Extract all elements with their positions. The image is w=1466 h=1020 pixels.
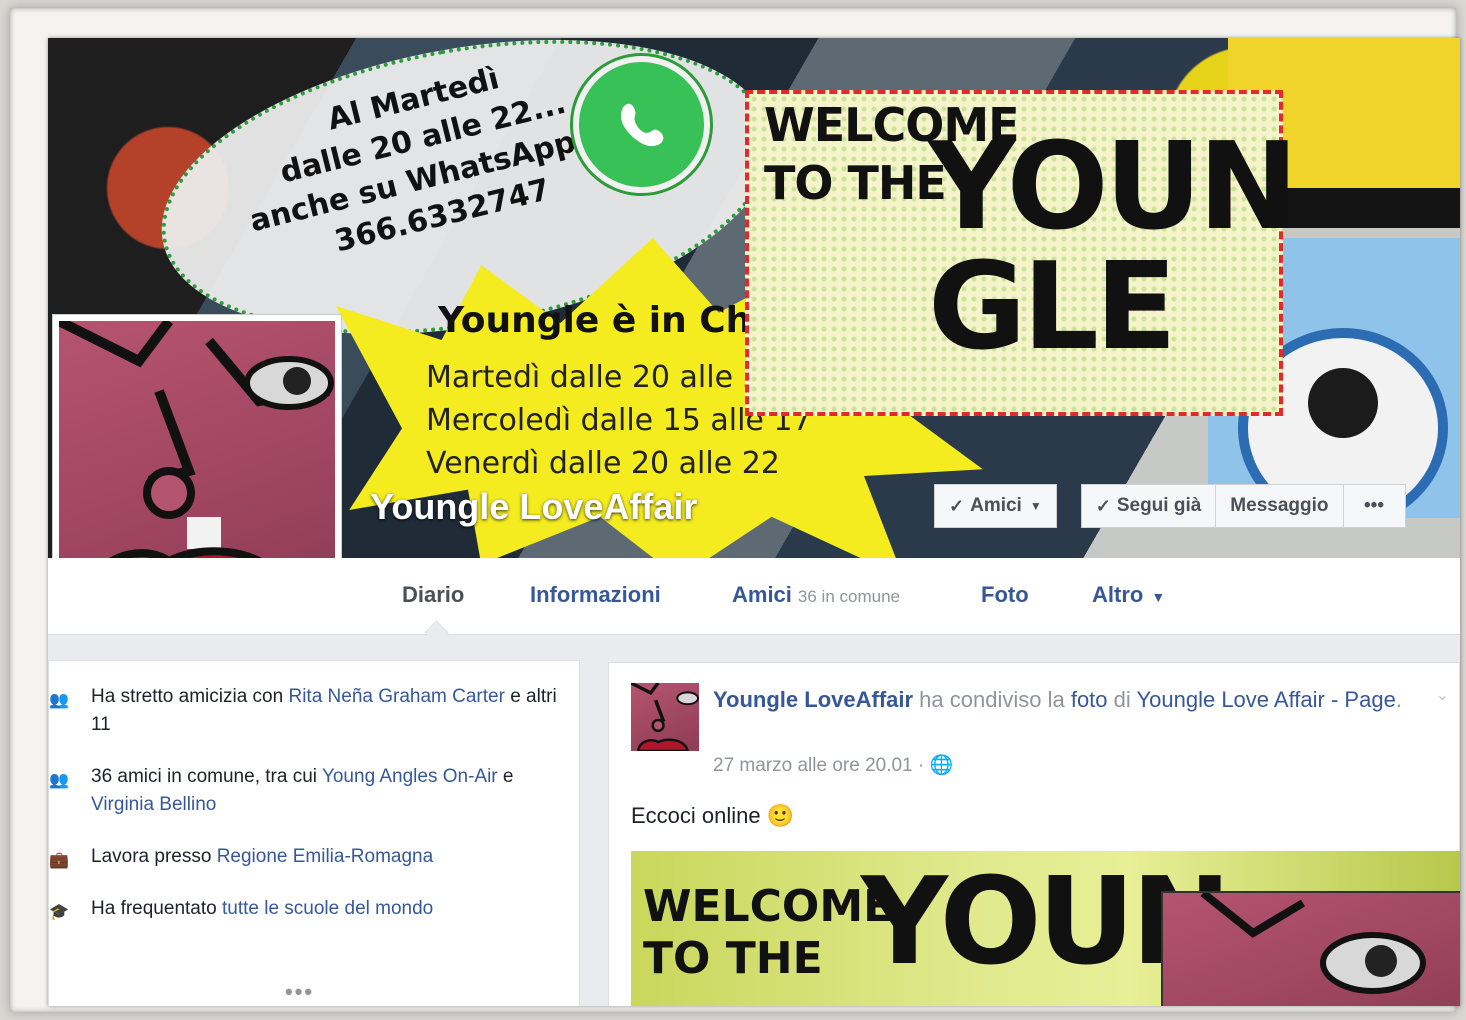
tab-amici[interactable]: Amici 36 in comune bbox=[732, 582, 900, 608]
friends-button-label: Amici bbox=[970, 495, 1022, 516]
graduation-cap-icon: 🎓 bbox=[49, 904, 69, 921]
tab-amici-label: Amici bbox=[732, 582, 792, 607]
globe-icon: 🌐 bbox=[929, 755, 954, 776]
post-action-text: di bbox=[1107, 687, 1137, 712]
tab-diario-label: Diario bbox=[402, 582, 465, 607]
post-timestamp[interactable]: 27 marzo alle ore 20.01 bbox=[713, 755, 913, 776]
tab-diario[interactable]: Diario bbox=[402, 582, 464, 608]
profile-picture-image bbox=[59, 321, 335, 597]
source-page-link[interactable]: Youngle Love Affair - Page bbox=[1136, 687, 1395, 712]
intro-text: Ha stretto amicizia con Rita Neña Graham… bbox=[91, 683, 561, 739]
mutual-friend-link[interactable]: Virginia Bellino bbox=[91, 794, 216, 815]
smiley-icon: 🙂 bbox=[766, 803, 795, 828]
post-photo-face-graphic bbox=[1161, 891, 1460, 1006]
tab-foto-label: Foto bbox=[981, 582, 1029, 607]
tab-informazioni-label: Informazioni bbox=[530, 582, 661, 607]
face-illustration-icon bbox=[631, 683, 699, 751]
intro-text-part: Lavora presso bbox=[91, 846, 217, 867]
logo-line-1: YOUN bbox=[928, 118, 1298, 257]
following-button[interactable]: ✓ Segui già bbox=[1080, 484, 1217, 528]
workplace-link[interactable]: Regione Emilia-Romagna bbox=[217, 846, 434, 867]
intro-card: 👥 Ha stretto amicizia con Rita Neña Grah… bbox=[48, 660, 580, 1006]
face-illustration-icon bbox=[1200, 893, 1426, 994]
intro-text-part: Ha stretto amicizia con bbox=[91, 686, 289, 707]
checkmark-icon: ✓ bbox=[1095, 495, 1111, 516]
briefcase-icon: 💼 bbox=[49, 852, 69, 869]
face-illustration-icon bbox=[59, 321, 334, 597]
post-author-link[interactable]: Youngle LoveAffair bbox=[713, 687, 913, 712]
intro-text: Ha frequentato tutte le scuole del mondo bbox=[91, 895, 561, 923]
post-text-content: Eccoci online bbox=[631, 803, 761, 828]
meta-separator: · bbox=[917, 755, 925, 776]
friend-link[interactable]: Rita Neña Graham Carter bbox=[288, 686, 504, 707]
photo-link[interactable]: foto bbox=[1071, 687, 1108, 712]
post-photo-welcome-text: WELCOME TO THE bbox=[643, 881, 893, 985]
post-card: Youngle LoveAffair ha condiviso la foto … bbox=[608, 662, 1460, 1006]
post-photo-line-1: WELCOME bbox=[643, 881, 894, 932]
post-header: Youngle LoveAffair ha condiviso la foto … bbox=[713, 683, 1413, 717]
friends-icon: 👥 bbox=[49, 772, 69, 789]
school-link[interactable]: tutte le scuole del mondo bbox=[222, 898, 433, 919]
message-button-label: Messaggio bbox=[1230, 495, 1329, 516]
post-photo-line-2: TO THE bbox=[643, 933, 823, 984]
post-photo[interactable]: WELCOME TO THE YOUN bbox=[631, 851, 1460, 1006]
photo-frame: Al Martedì dalle 20 alle 22... anche su … bbox=[10, 8, 1460, 1012]
message-button[interactable]: Messaggio bbox=[1216, 484, 1344, 528]
see-more-button[interactable]: ••• bbox=[285, 979, 314, 1005]
intro-text-part: 36 amici in comune, tra cui bbox=[91, 766, 322, 787]
logo-line-2: GLE bbox=[928, 238, 1177, 377]
facebook-profile-screen: Al Martedì dalle 20 alle 22... anche su … bbox=[48, 38, 1460, 1006]
chevron-down-icon[interactable]: ⌄ bbox=[1436, 685, 1449, 705]
whatsapp-icon bbox=[573, 56, 710, 193]
friends-icon: 👥 bbox=[49, 692, 69, 709]
profile-nav: Diario Informazioni Amici 36 in comune Fo… bbox=[48, 558, 1460, 635]
phone-handset-icon bbox=[620, 103, 663, 146]
intro-text: Lavora presso Regione Emilia-Romagna bbox=[91, 843, 561, 871]
tab-foto[interactable]: Foto bbox=[981, 582, 1029, 608]
post-action-text: ha condiviso la bbox=[913, 687, 1071, 712]
following-button-label: Segui già bbox=[1116, 495, 1202, 516]
post-action-text: . bbox=[1395, 687, 1402, 712]
friends-button[interactable]: ✓ Amici ▼ bbox=[934, 484, 1057, 528]
intro-text: 36 amici in comune, tra cui Young Angles… bbox=[91, 763, 561, 819]
chat-line-3: Venerdì dalle 20 alle 22 bbox=[426, 446, 780, 481]
cover-eye-pupil bbox=[1308, 368, 1378, 438]
tab-altro[interactable]: Altro ▼ bbox=[1092, 582, 1165, 608]
profile-name[interactable]: Youngle LoveAffair bbox=[370, 486, 697, 528]
checkmark-icon: ✓ bbox=[949, 495, 965, 516]
tab-informazioni[interactable]: Informazioni bbox=[530, 582, 661, 608]
post-meta: 27 marzo alle ore 20.01 · 🌐 bbox=[713, 753, 953, 777]
post-author-avatar[interactable] bbox=[631, 683, 699, 751]
mutual-friend-link[interactable]: Young Angles On-Air bbox=[322, 766, 498, 787]
youngle-logo-text: YOUN GLE bbox=[928, 118, 1298, 377]
intro-text-part: Ha frequentato bbox=[91, 898, 222, 919]
intro-text-part: e bbox=[497, 766, 514, 787]
ellipsis-icon: ••• bbox=[1364, 495, 1384, 516]
tab-altro-label: Altro bbox=[1092, 582, 1144, 607]
post-text: Eccoci online 🙂 bbox=[631, 803, 794, 829]
caret-down-icon: ▼ bbox=[1029, 499, 1042, 513]
caret-down-icon: ▼ bbox=[1151, 589, 1166, 605]
cover-action-buttons: ✓ Amici ▼ ✓ Segui già Messaggio ••• bbox=[934, 484, 1406, 530]
mutual-friends-count: 36 in comune bbox=[797, 587, 900, 606]
more-options-button[interactable]: ••• bbox=[1343, 484, 1406, 528]
